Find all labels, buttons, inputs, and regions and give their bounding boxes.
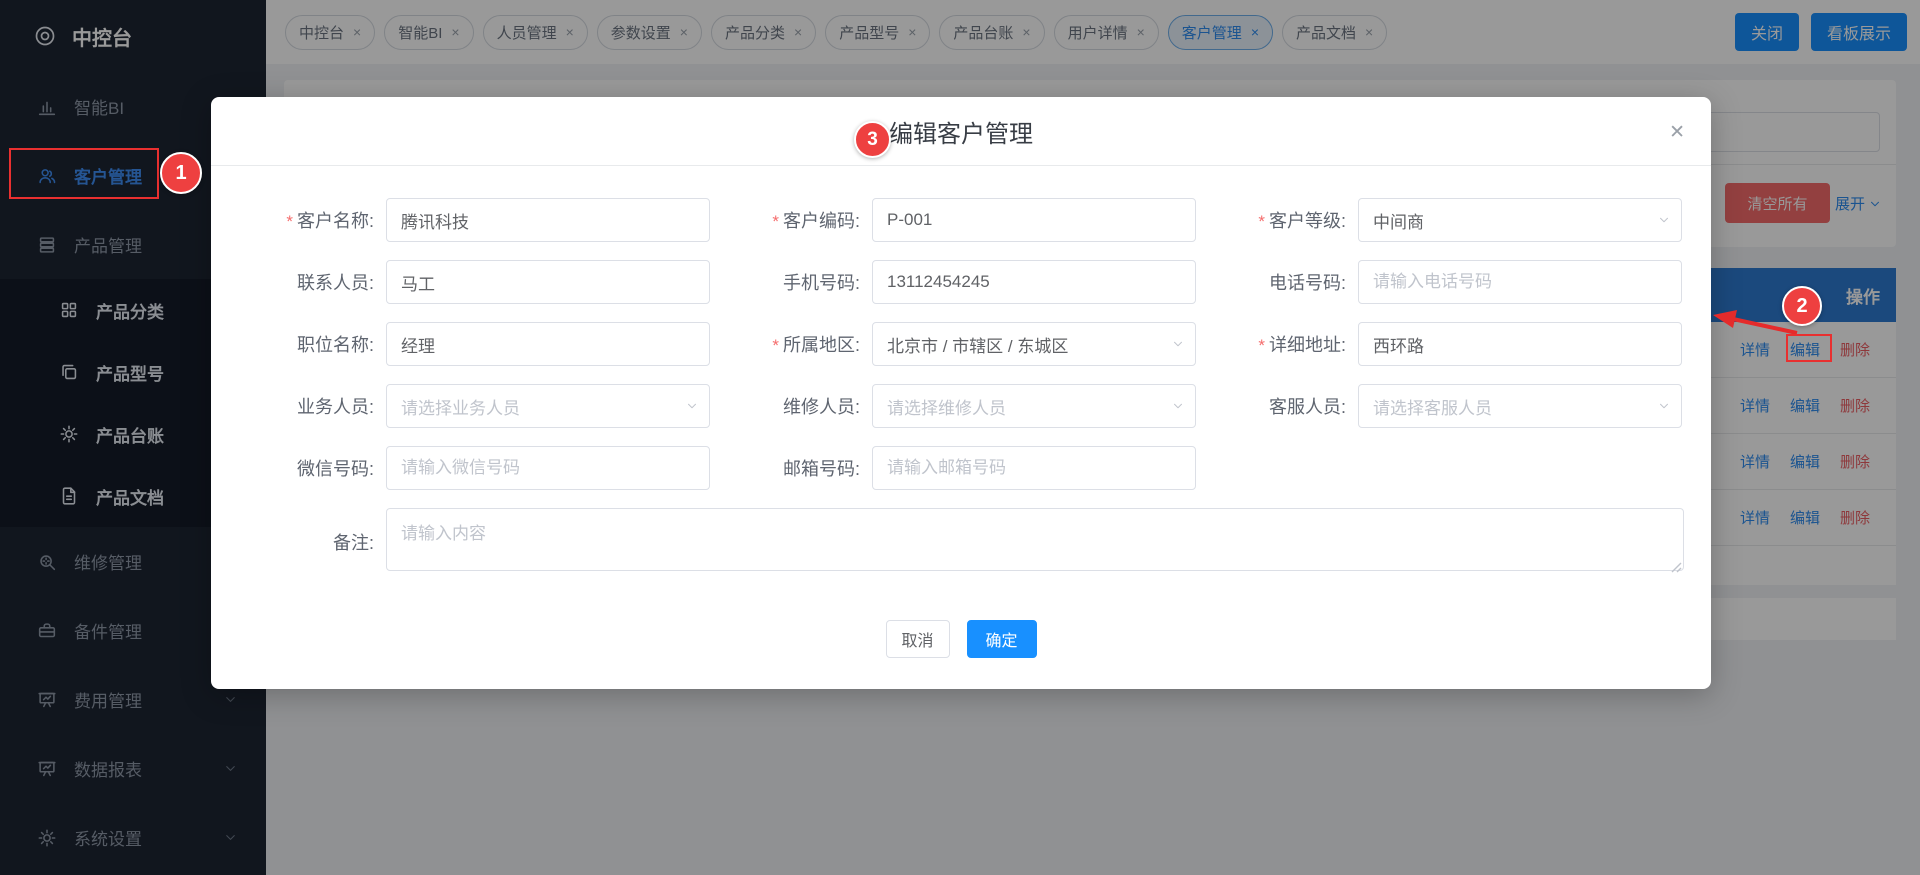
- customer-name-input[interactable]: [386, 198, 710, 242]
- customer-name-field: *客户名称:: [231, 198, 710, 242]
- required-mark: *: [772, 336, 779, 355]
- remark-field: 备注:: [231, 508, 1684, 576]
- wechat-number-label: 微信号码:: [231, 455, 374, 481]
- service-person-select[interactable]: 请选择客服人员: [1358, 384, 1682, 428]
- form-row: *客户名称: *客户编码: *客户等级: 中间商: [211, 198, 1711, 242]
- contact-person-label: 联系人员:: [231, 269, 374, 295]
- sales-person-label: 业务人员:: [231, 393, 374, 419]
- wechat-number-field: 微信号码:: [231, 446, 710, 490]
- sales-person-field: 业务人员: 请选择业务人员: [231, 384, 710, 428]
- annotation-box-edit-link: [1786, 334, 1832, 362]
- address-input[interactable]: [1358, 322, 1682, 366]
- required-mark: *: [1258, 212, 1265, 231]
- mobile-number-field: 手机号码:: [717, 260, 1196, 304]
- email-number-input[interactable]: [872, 446, 1196, 490]
- position-title-input[interactable]: [386, 322, 710, 366]
- cancel-button[interactable]: 取消: [886, 620, 950, 658]
- contact-person-input[interactable]: [386, 260, 710, 304]
- chevron-down-icon: [1657, 213, 1671, 227]
- edit-customer-form: *客户名称: *客户编码: *客户等级: 中间商联系人员: 手机号码: 电话号码: 职位名称…: [211, 166, 1711, 658]
- region-value: 北京市 / 市辖区 / 东城区: [887, 332, 1068, 357]
- customer-level-value: 中间商: [1373, 208, 1424, 233]
- repair-person-label: 维修人员:: [717, 393, 860, 419]
- remark-label: 备注:: [231, 529, 374, 555]
- position-title-field: 职位名称:: [231, 322, 710, 366]
- chevron-down-icon: [1171, 337, 1185, 351]
- chevron-down-icon: [1171, 399, 1185, 413]
- sales-person-value: 请选择业务人员: [401, 394, 520, 419]
- customer-level-select[interactable]: 中间商: [1358, 198, 1682, 242]
- form-row: 联系人员: 手机号码: 电话号码:: [211, 260, 1711, 304]
- chevron-down-icon: [1657, 399, 1671, 413]
- form-row: 备注:: [211, 508, 1711, 576]
- customer-code-input[interactable]: [872, 198, 1196, 242]
- modal-footer: 取消确定: [211, 620, 1711, 658]
- address-field: *详细地址:: [1203, 322, 1682, 366]
- region-label: *所属地区:: [717, 331, 860, 357]
- service-person-value: 请选择客服人员: [1373, 394, 1492, 419]
- region-field: *所属地区: 北京市 / 市辖区 / 东城区: [717, 322, 1196, 366]
- chevron-down-icon: [685, 399, 699, 413]
- form-row: 职位名称: *所属地区: 北京市 / 市辖区 / 东城区 *详细地址:: [211, 322, 1711, 366]
- required-mark: *: [286, 212, 293, 231]
- email-number-field: 邮箱号码:: [717, 446, 1196, 490]
- contact-person-field: 联系人员:: [231, 260, 710, 304]
- annotation-badge-1: 1: [160, 152, 202, 194]
- telephone-field: 电话号码:: [1203, 260, 1682, 304]
- confirm-button[interactable]: 确定: [967, 620, 1037, 658]
- service-person-label: 客服人员:: [1203, 393, 1346, 419]
- remark-textarea[interactable]: [386, 508, 1684, 571]
- form-row: 微信号码: 邮箱号码:: [211, 446, 1711, 490]
- repair-person-select[interactable]: 请选择维修人员: [872, 384, 1196, 428]
- telephone-label: 电话号码:: [1203, 269, 1346, 295]
- service-person-field: 客服人员: 请选择客服人员: [1203, 384, 1682, 428]
- annotation-badge-3: 3: [854, 121, 891, 158]
- telephone-input[interactable]: [1358, 260, 1682, 304]
- sales-person-select[interactable]: 请选择业务人员: [386, 384, 710, 428]
- customer-name-label: *客户名称:: [231, 207, 374, 233]
- mobile-number-input[interactable]: [872, 260, 1196, 304]
- mobile-number-label: 手机号码:: [717, 269, 860, 295]
- email-number-label: 邮箱号码:: [717, 455, 860, 481]
- customer-code-field: *客户编码:: [717, 198, 1196, 242]
- region-select[interactable]: 北京市 / 市辖区 / 东城区: [872, 322, 1196, 366]
- required-mark: *: [772, 212, 779, 231]
- address-label: *详细地址:: [1203, 331, 1346, 357]
- repair-person-field: 维修人员: 请选择维修人员: [717, 384, 1196, 428]
- form-row: 业务人员: 请选择业务人员 维修人员: 请选择维修人员 客服人员: 请选择客服人员: [211, 384, 1711, 428]
- annotation-box-sidebar-customers: [9, 148, 159, 199]
- customer-code-label: *客户编码:: [717, 207, 860, 233]
- customer-level-field: *客户等级: 中间商: [1203, 198, 1682, 242]
- required-mark: *: [1258, 336, 1265, 355]
- position-title-label: 职位名称:: [231, 331, 374, 357]
- modal-title: 编辑客户管理: [889, 114, 1033, 149]
- edit-customer-modal: 编辑客户管理 ✕ *客户名称: *客户编码: *客户等级: 中间商联系人员: 手机号码:…: [211, 97, 1711, 689]
- close-icon[interactable]: ✕: [1669, 123, 1685, 142]
- modal-header: 编辑客户管理 ✕: [211, 97, 1711, 166]
- wechat-number-input[interactable]: [386, 446, 710, 490]
- customer-level-label: *客户等级:: [1203, 207, 1346, 233]
- repair-person-value: 请选择维修人员: [887, 394, 1006, 419]
